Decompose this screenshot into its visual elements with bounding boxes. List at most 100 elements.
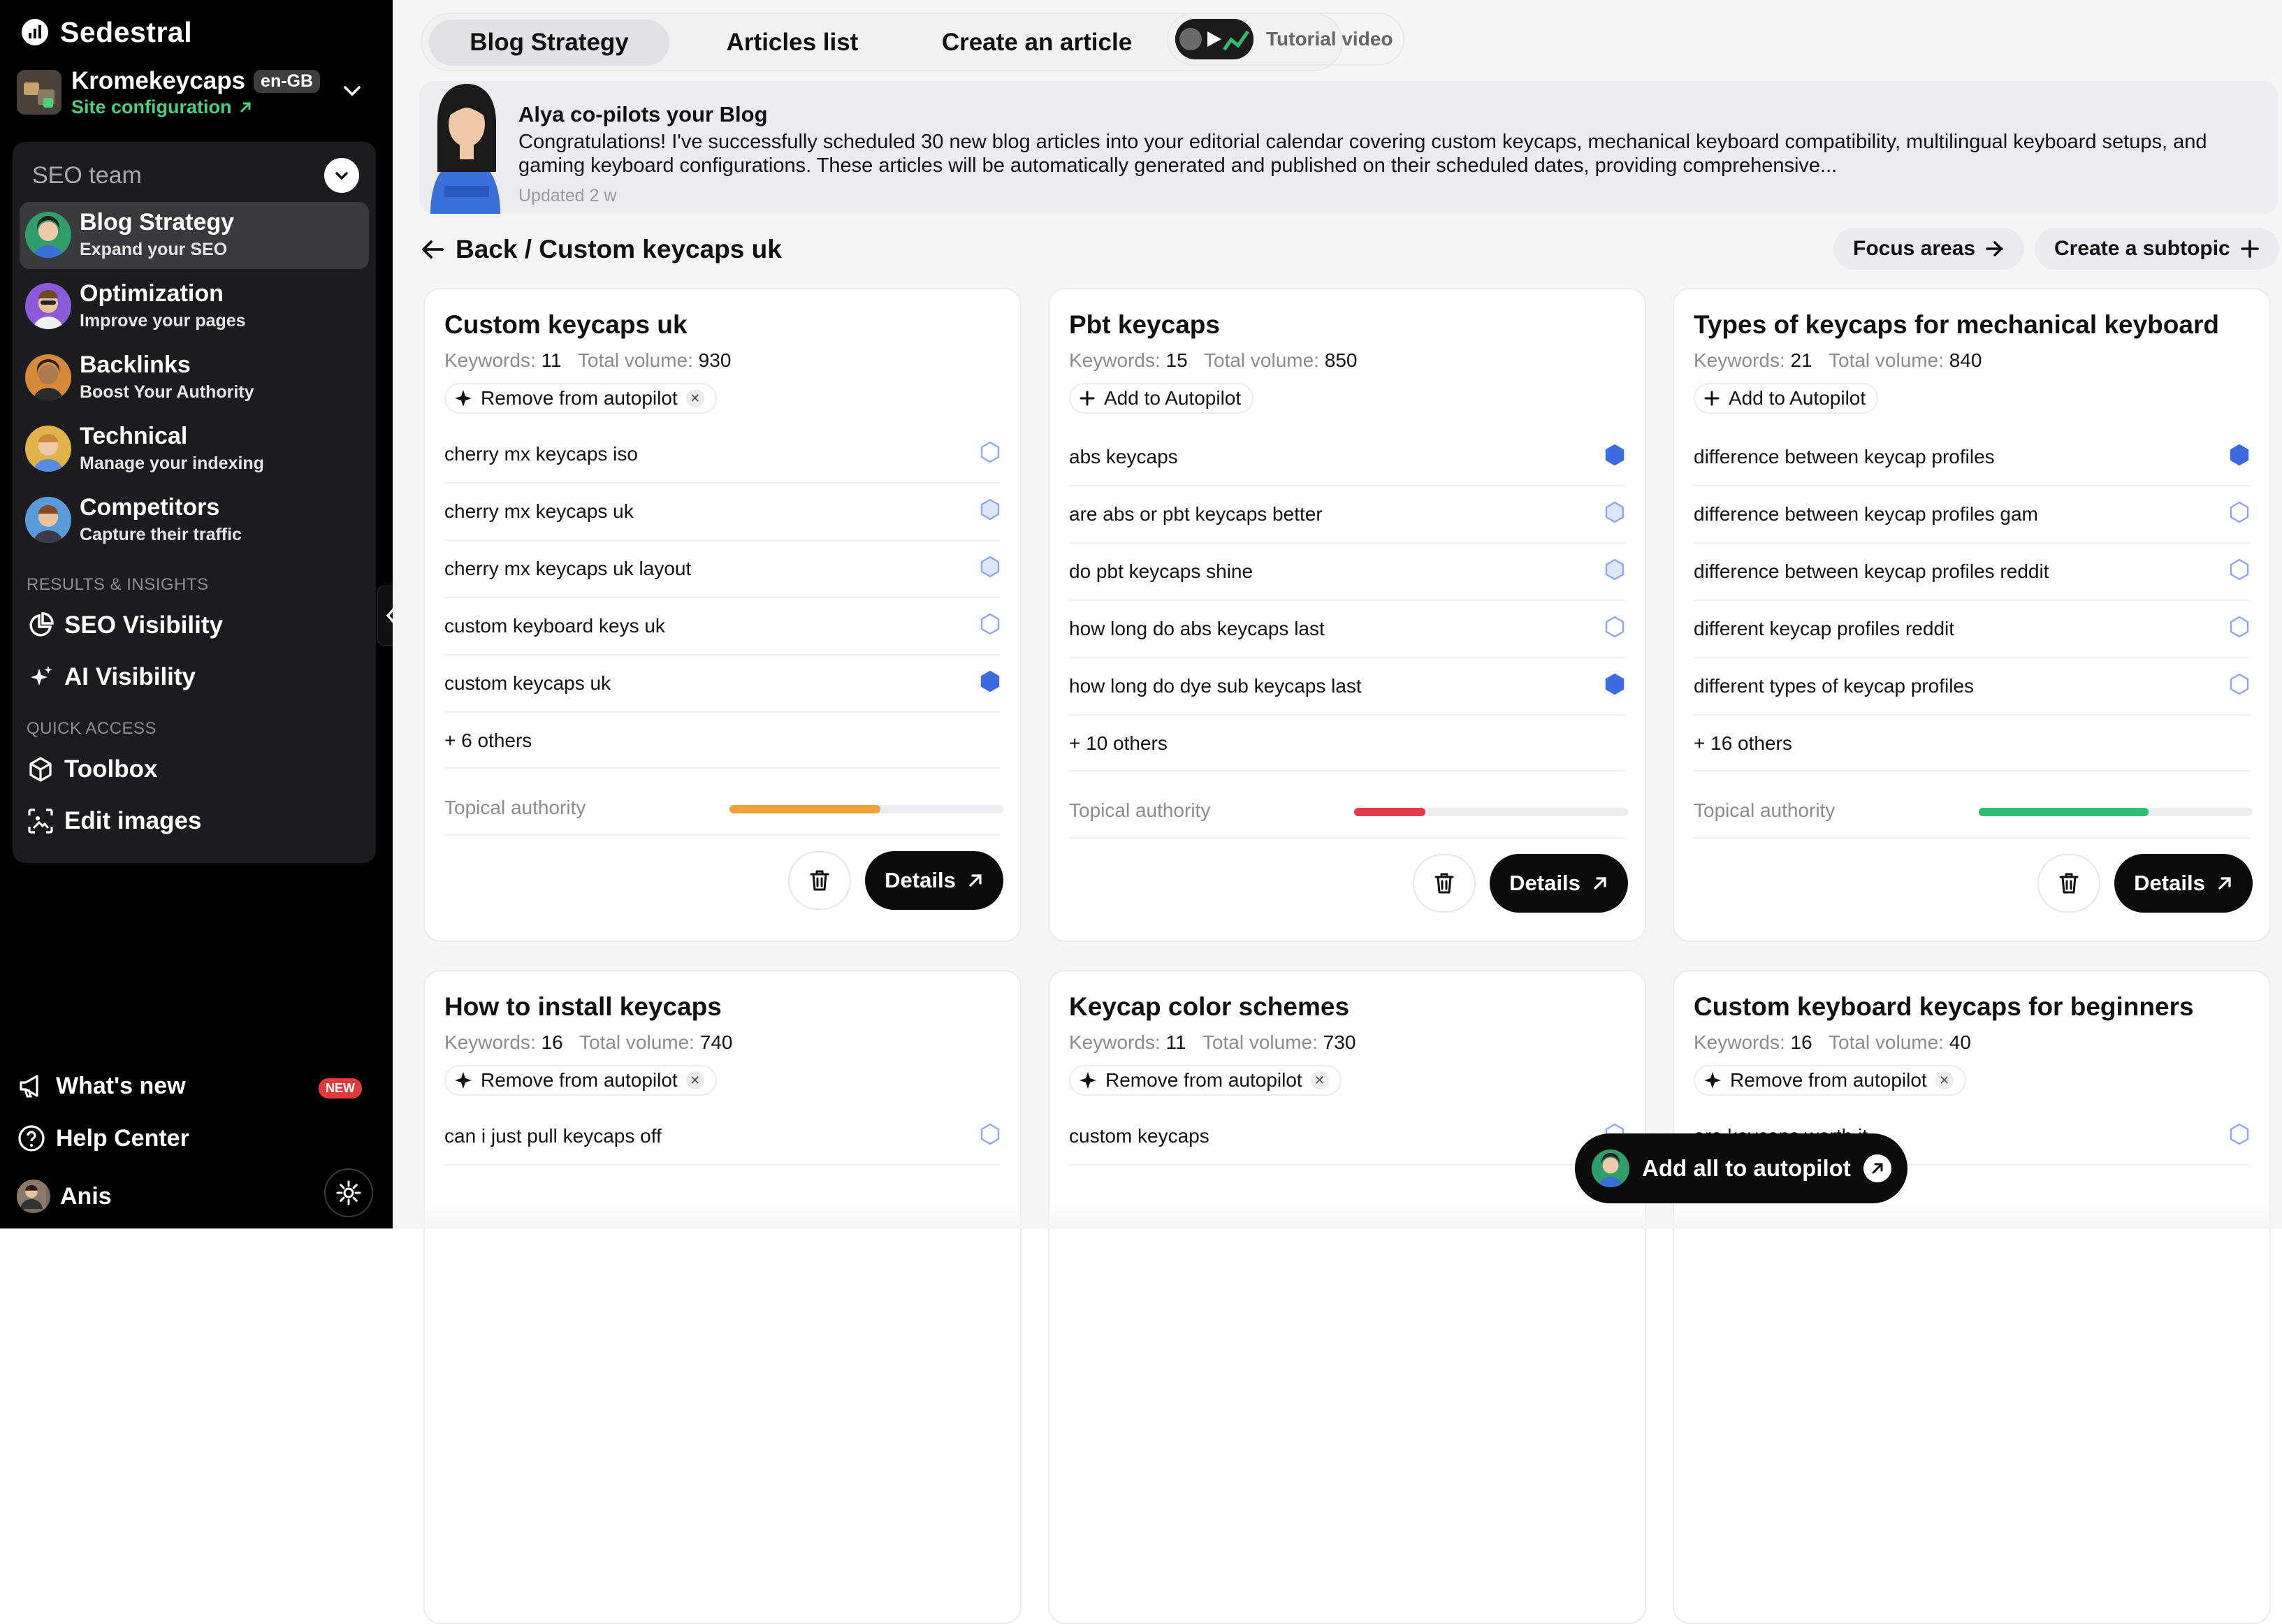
seo-team-header[interactable]: SEO team	[32, 156, 359, 195]
keyword-row[interactable]: abs keycaps	[1069, 429, 1625, 486]
keyword-priority-hexagon-icon[interactable]	[2229, 501, 2250, 528]
details-button[interactable]: Details	[2114, 854, 2253, 913]
keyword-row[interactable]: difference between keycap profiles	[1694, 429, 2250, 486]
settings-button[interactable]	[324, 1168, 373, 1217]
help-center-link[interactable]: Help Center	[17, 1124, 189, 1153]
others-count[interactable]: + 16 others	[1694, 732, 1792, 755]
sidebar-item-ai-visibility[interactable]: AI Visibility	[27, 658, 196, 697]
back-breadcrumb[interactable]: Back / Custom keycaps uk	[421, 235, 782, 264]
tab-articles-list[interactable]: Articles list	[688, 20, 897, 66]
keyword-row[interactable]: difference between keycap profiles gam	[1694, 486, 2250, 544]
card-title[interactable]: Custom keycaps uk	[444, 310, 688, 340]
keyword-priority-hexagon-icon[interactable]	[2229, 444, 2250, 471]
keyword-priority-hexagon-icon[interactable]	[1604, 616, 1625, 643]
keyword-row[interactable]: cherry mx keycaps uk	[444, 484, 1001, 541]
arrow-up-right-icon	[240, 102, 250, 113]
keyword-priority-hexagon-icon[interactable]	[980, 613, 1001, 640]
remove-from-autopilot-button[interactable]: Remove from autopilot ✕	[444, 1065, 717, 1096]
total-volume-label: Total volume:	[579, 1031, 695, 1053]
keyword-priority-hexagon-icon[interactable]	[1604, 558, 1625, 586]
keyword-priority-hexagon-icon[interactable]	[2229, 616, 2250, 643]
sidebar-item-toolbox[interactable]: Toolbox	[27, 750, 158, 789]
create-subtopic-button[interactable]: Create a subtopic	[2035, 228, 2279, 270]
add-to-autopilot-button[interactable]: Add to Autopilot	[1694, 383, 1879, 414]
delete-button[interactable]	[1413, 854, 1476, 913]
keyword-row[interactable]: can i just pull keycaps off	[444, 1108, 1001, 1166]
delete-button[interactable]	[788, 851, 851, 910]
keyword-priority-hexagon-icon[interactable]	[980, 556, 1001, 583]
card-title[interactable]: Pbt keycaps	[1069, 310, 1220, 340]
keyword-priority-hexagon-icon[interactable]	[1604, 673, 1625, 700]
focus-areas-button[interactable]: Focus areas	[1833, 228, 2025, 270]
brand[interactable]: Sedestral	[21, 14, 192, 50]
details-button[interactable]: Details	[1490, 854, 1628, 913]
tutorial-video-button[interactable]: Tutorial video	[1167, 13, 1404, 66]
keyword-priority-hexagon-icon[interactable]	[980, 670, 1001, 697]
sidebar-item-technical[interactable]: Technical Manage your indexing	[20, 416, 369, 483]
card-title[interactable]: How to install keycaps	[444, 992, 722, 1022]
sidebar-item-backlinks[interactable]: Backlinks Boost Your Authority	[20, 345, 369, 412]
keyword-row[interactable]: do pbt keycaps shine	[1069, 544, 1625, 601]
keyword-row[interactable]: are abs or pbt keycaps better	[1069, 486, 1625, 544]
delete-button[interactable]	[2037, 854, 2100, 913]
remove-from-autopilot-button[interactable]: Remove from autopilot ✕	[1069, 1065, 1342, 1096]
keyword-priority-hexagon-icon[interactable]	[980, 498, 1001, 525]
keyword-row[interactable]: custom keycaps	[1069, 1108, 1625, 1166]
keyword-priority-hexagon-icon[interactable]	[2229, 558, 2250, 586]
add-to-autopilot-button[interactable]: Add to Autopilot	[1069, 383, 1254, 414]
keyword-priority-hexagon-icon[interactable]	[980, 1123, 1001, 1150]
whats-new-link[interactable]: What's new	[17, 1071, 186, 1101]
user-profile[interactable]: Anis	[17, 1180, 112, 1213]
keywords-label: Keywords:	[1069, 1031, 1161, 1053]
tab-create-article[interactable]: Create an article	[911, 20, 1163, 66]
keyword-row[interactable]: custom keyboard keys uk	[444, 598, 1001, 655]
keywords-label: Keywords:	[444, 1031, 536, 1053]
remove-from-autopilot-button[interactable]: Remove from autopilot ✕	[444, 383, 717, 414]
remove-from-autopilot-button[interactable]: Remove from autopilot ✕	[1694, 1065, 1966, 1096]
sidebar-item-competitors[interactable]: Competitors Capture their traffic	[20, 487, 369, 554]
subtopic-card: Custom keyboard keycaps for beginners Key…	[1673, 970, 2271, 1624]
close-icon[interactable]: ✕	[1310, 1071, 1329, 1089]
sidebar-item-optimization[interactable]: Optimization Improve your pages	[20, 273, 369, 340]
site-configuration-link[interactable]: Site configuration	[71, 96, 253, 118]
card-meta: Keywords: 11 Total volume: 930	[444, 349, 731, 372]
sidebar-item-subtitle: Expand your SEO	[80, 240, 228, 259]
keyword-row[interactable]: how long do abs keycaps last	[1069, 601, 1625, 658]
details-button[interactable]: Details	[865, 851, 1003, 910]
sidebar-item-blog-strategy[interactable]: Blog Strategy Expand your SEO	[20, 202, 369, 269]
add-all-to-autopilot-button[interactable]: Add all to autopilot	[1575, 1133, 1907, 1203]
card-title[interactable]: Keycap color schemes	[1069, 992, 1349, 1022]
site-selector[interactable]: Kromekeycaps en-GB Site configuration	[17, 64, 366, 124]
video-thumbnail	[1175, 19, 1253, 59]
help-center-label: Help Center	[56, 1124, 189, 1152]
plus-icon	[2240, 240, 2259, 258]
keyword-row[interactable]: different keycap profiles reddit	[1694, 601, 2250, 658]
keyword-priority-hexagon-icon[interactable]	[1604, 501, 1625, 528]
close-icon[interactable]: ✕	[685, 1071, 704, 1089]
seo-team-toggle[interactable]	[324, 158, 359, 193]
keyword-row[interactable]: cherry mx keycaps iso	[444, 426, 1001, 484]
tab-blog-strategy[interactable]: Blog Strategy	[429, 20, 669, 66]
keyword-priority-hexagon-icon[interactable]	[2229, 673, 2250, 700]
chevron-down-icon[interactable]	[338, 77, 366, 105]
card-title[interactable]: Custom keyboard keycaps for beginners	[1694, 992, 2194, 1022]
keyword-priority-hexagon-icon[interactable]	[980, 441, 1001, 468]
keyword-row[interactable]: different types of keycap profiles	[1694, 658, 2250, 716]
close-icon[interactable]: ✕	[685, 389, 704, 407]
keyword-priority-hexagon-icon[interactable]	[2229, 1123, 2250, 1150]
keyword-priority-hexagon-icon[interactable]	[1604, 444, 1625, 471]
agent-avatar	[1592, 1150, 1629, 1187]
close-icon[interactable]: ✕	[1935, 1071, 1954, 1089]
brand-name: Sedestral	[60, 15, 193, 48]
total-volume-label: Total volume:	[1204, 349, 1319, 371]
keyword-row[interactable]: cherry mx keycaps uk layout	[444, 541, 1001, 598]
keyword-row[interactable]: difference between keycap profiles reddi…	[1694, 544, 2250, 601]
others-count[interactable]: + 10 others	[1069, 732, 1168, 755]
others-count[interactable]: + 6 others	[444, 730, 532, 752]
keyword-row[interactable]: how long do dye sub keycaps last	[1069, 658, 1625, 716]
keyword-text: custom keyboard keys uk	[444, 615, 665, 637]
keyword-row[interactable]: custom keycaps uk	[444, 655, 1001, 713]
sidebar-item-edit-images[interactable]: Edit images	[27, 802, 201, 841]
sidebar-item-seo-visibility[interactable]: SEO Visibility	[27, 606, 223, 645]
card-title[interactable]: Types of keycaps for mechanical keyboard	[1694, 310, 2219, 340]
